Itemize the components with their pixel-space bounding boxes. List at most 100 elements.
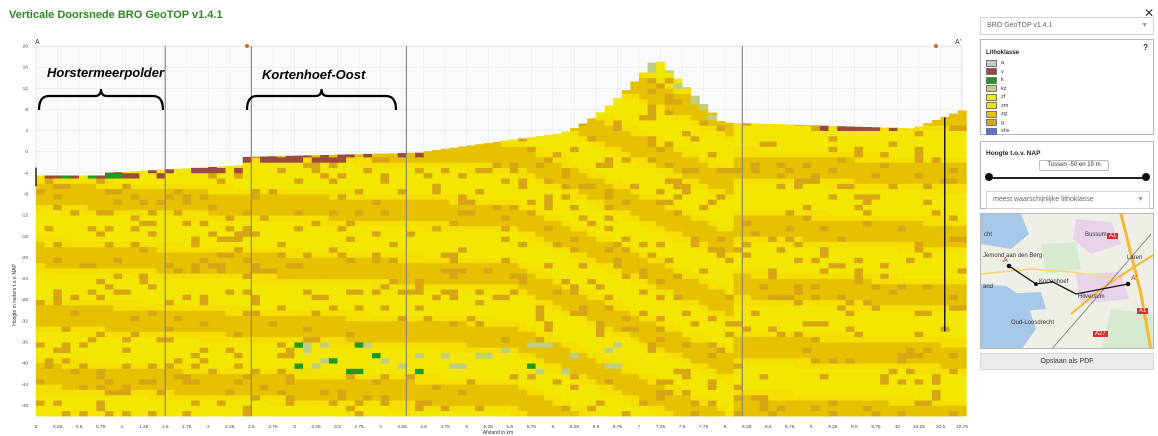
lithology-cell bbox=[139, 342, 149, 348]
lithology-cell bbox=[320, 167, 330, 174]
lithology-cell bbox=[208, 326, 218, 332]
lithology-cell bbox=[191, 209, 201, 216]
lithology-cell bbox=[44, 352, 54, 359]
lithology-cell bbox=[501, 194, 511, 200]
lithology-cell bbox=[130, 204, 140, 211]
lithology-cell bbox=[458, 157, 468, 163]
lithology-cell bbox=[199, 384, 209, 390]
lithology-cell bbox=[673, 114, 683, 121]
lithology-cell bbox=[371, 183, 381, 190]
lithology-cell bbox=[595, 146, 605, 153]
lithology-cell bbox=[165, 178, 175, 184]
lithology-cell bbox=[552, 199, 562, 205]
lithology-cell bbox=[621, 331, 631, 338]
lithology-cell bbox=[526, 252, 537, 258]
lithology-cell bbox=[561, 188, 571, 195]
lithology-cell bbox=[139, 188, 149, 195]
cross-section-plot[interactable]: 201612840-4-8-12-16-20-24-28-32-36-40-44… bbox=[0, 30, 970, 436]
lithology-cell bbox=[647, 151, 657, 158]
lithology-cell bbox=[544, 357, 554, 364]
lithology-cell bbox=[750, 183, 760, 190]
lithology-cell bbox=[561, 305, 571, 311]
lithology-cell bbox=[277, 347, 287, 353]
lithology-cell bbox=[802, 278, 812, 285]
lithology-cell bbox=[363, 310, 373, 316]
lithology-cell bbox=[707, 384, 717, 390]
lithology-cell bbox=[759, 151, 769, 158]
lithology-cell bbox=[406, 289, 416, 295]
lithology-cell bbox=[156, 342, 166, 348]
lithology-cell bbox=[673, 373, 683, 380]
lithology-cell bbox=[630, 326, 640, 332]
lithology-cell bbox=[768, 289, 778, 295]
lithology-cell bbox=[587, 368, 597, 375]
lithology-cell bbox=[139, 320, 149, 327]
lithology-cell bbox=[664, 199, 674, 205]
lithology-cell bbox=[518, 252, 528, 258]
lithology-cell bbox=[690, 209, 700, 216]
lithology-cell bbox=[371, 357, 381, 364]
lithology-cell bbox=[785, 294, 795, 301]
lithology-cell bbox=[458, 278, 468, 285]
lithology-cell bbox=[526, 246, 537, 253]
lithology-cell bbox=[750, 257, 760, 264]
lithology-cell bbox=[673, 320, 683, 327]
lithology-cell bbox=[630, 384, 640, 390]
lithology-cell bbox=[699, 257, 709, 264]
lithology-cell bbox=[294, 363, 304, 369]
lithology-cell bbox=[96, 289, 106, 295]
lithology-cell bbox=[346, 342, 356, 348]
lithology-cell bbox=[664, 98, 674, 105]
lithology-cell bbox=[483, 246, 493, 253]
lithology-cell bbox=[604, 105, 614, 110]
lithology-cell bbox=[794, 178, 804, 184]
lithology-cell bbox=[449, 394, 459, 401]
lithology-cell bbox=[208, 294, 218, 301]
lithology-cell bbox=[561, 310, 571, 316]
lithology-cell bbox=[104, 172, 114, 174]
lithology-cell bbox=[397, 262, 407, 269]
lithology-cell bbox=[320, 231, 330, 237]
lithology-cell bbox=[759, 188, 769, 195]
lithology-cell bbox=[363, 153, 373, 158]
lithology-cell bbox=[242, 299, 252, 306]
lithology-cell bbox=[191, 326, 201, 332]
lithology-cell bbox=[811, 188, 821, 195]
lithology-cell bbox=[613, 315, 623, 322]
lithology-cell bbox=[397, 204, 407, 211]
lithology-cell bbox=[561, 289, 571, 295]
lithology-cell bbox=[337, 394, 347, 401]
lithology-cell bbox=[802, 241, 812, 248]
lithology-cell bbox=[492, 246, 502, 253]
lithology-cell bbox=[673, 225, 683, 232]
lithology-cell bbox=[397, 289, 407, 295]
lithology-cell bbox=[587, 410, 597, 417]
lithology-cell bbox=[285, 363, 295, 369]
lithology-cell bbox=[303, 273, 313, 279]
lithology-cell bbox=[682, 257, 692, 264]
lithology-cell bbox=[406, 310, 416, 316]
lithology-cell bbox=[768, 141, 778, 147]
lithology-cell bbox=[96, 368, 106, 375]
lithology-cell bbox=[483, 262, 493, 269]
lithology-cell bbox=[36, 347, 46, 353]
lithology-cell bbox=[139, 262, 149, 269]
lithology-cell bbox=[630, 363, 640, 369]
lithology-cell bbox=[113, 194, 123, 200]
lithology-cell bbox=[415, 289, 425, 295]
lithology-cell bbox=[526, 157, 537, 163]
lithology-cell bbox=[699, 146, 709, 153]
lithology-cell bbox=[328, 326, 338, 332]
lithology-cell bbox=[79, 236, 89, 242]
lithology-cell bbox=[285, 379, 295, 385]
lithology-cell bbox=[776, 167, 786, 174]
lithology-cell bbox=[647, 336, 657, 343]
lithology-cell bbox=[690, 125, 700, 131]
lithology-cell bbox=[526, 167, 537, 174]
lithology-cell bbox=[492, 363, 502, 369]
lithology-cell bbox=[509, 410, 519, 417]
lithology-cell bbox=[104, 373, 114, 380]
lithology-cell bbox=[785, 368, 795, 375]
lithology-cell bbox=[259, 310, 269, 316]
lithology-cell bbox=[466, 336, 476, 343]
